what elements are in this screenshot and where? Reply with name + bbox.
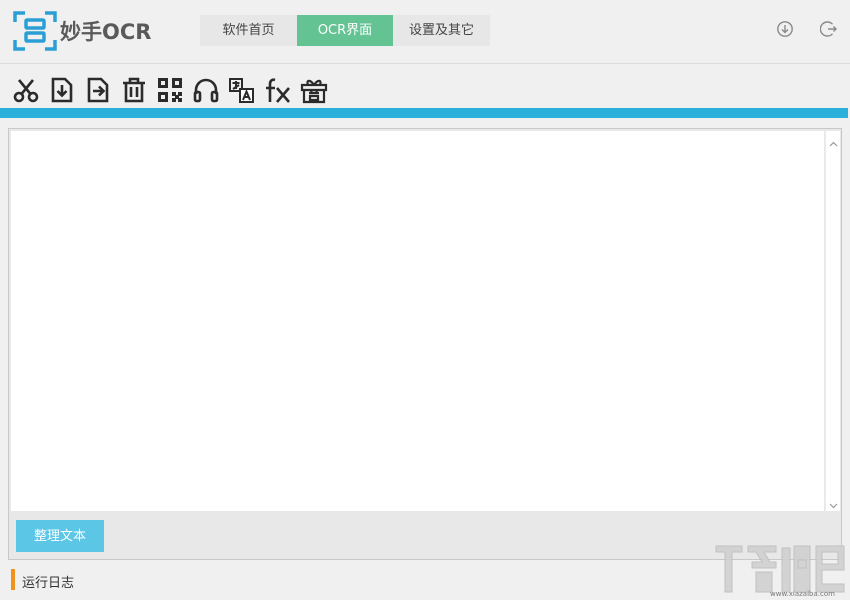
ocr-text-area[interactable] xyxy=(11,131,824,511)
run-log-label: 运行日志 xyxy=(22,576,75,591)
formula-icon[interactable] xyxy=(260,74,296,106)
app-title: 妙手OCR xyxy=(60,20,152,44)
import-file-icon[interactable] xyxy=(44,74,80,106)
scroll-up-icon[interactable] xyxy=(828,135,839,147)
tab-settings[interactable]: 设置及其它 xyxy=(393,15,490,46)
translate-icon[interactable] xyxy=(224,74,260,106)
accent-divider xyxy=(0,108,848,118)
tidy-text-button[interactable]: 整理文本 xyxy=(16,520,104,552)
ocr-result-panel: 整理文本 xyxy=(8,128,842,560)
vertical-scrollbar[interactable] xyxy=(825,131,840,511)
gift-reward-icon[interactable] xyxy=(296,74,332,106)
scroll-down-icon[interactable] xyxy=(828,496,839,509)
qrcode-icon[interactable] xyxy=(152,74,188,106)
logout-icon[interactable] xyxy=(819,20,838,38)
app-header: 妙手OCR 软件首页 OCR界面 设置及其它 xyxy=(0,0,850,64)
watermark-url: www.xiazaiba.com xyxy=(770,590,835,598)
download-icon[interactable] xyxy=(776,20,794,38)
logo-icon xyxy=(13,10,57,52)
log-marker xyxy=(11,569,15,590)
headphones-icon[interactable] xyxy=(188,74,224,106)
tab-ocr[interactable]: OCR界面 xyxy=(297,15,393,46)
main-tabs: 软件首页 OCR界面 设置及其它 xyxy=(200,15,490,46)
trash-icon[interactable] xyxy=(116,74,152,106)
toolbar xyxy=(8,74,332,106)
tab-home[interactable]: 软件首页 xyxy=(200,15,297,46)
scissors-icon[interactable] xyxy=(8,74,44,106)
export-file-icon[interactable] xyxy=(80,74,116,106)
